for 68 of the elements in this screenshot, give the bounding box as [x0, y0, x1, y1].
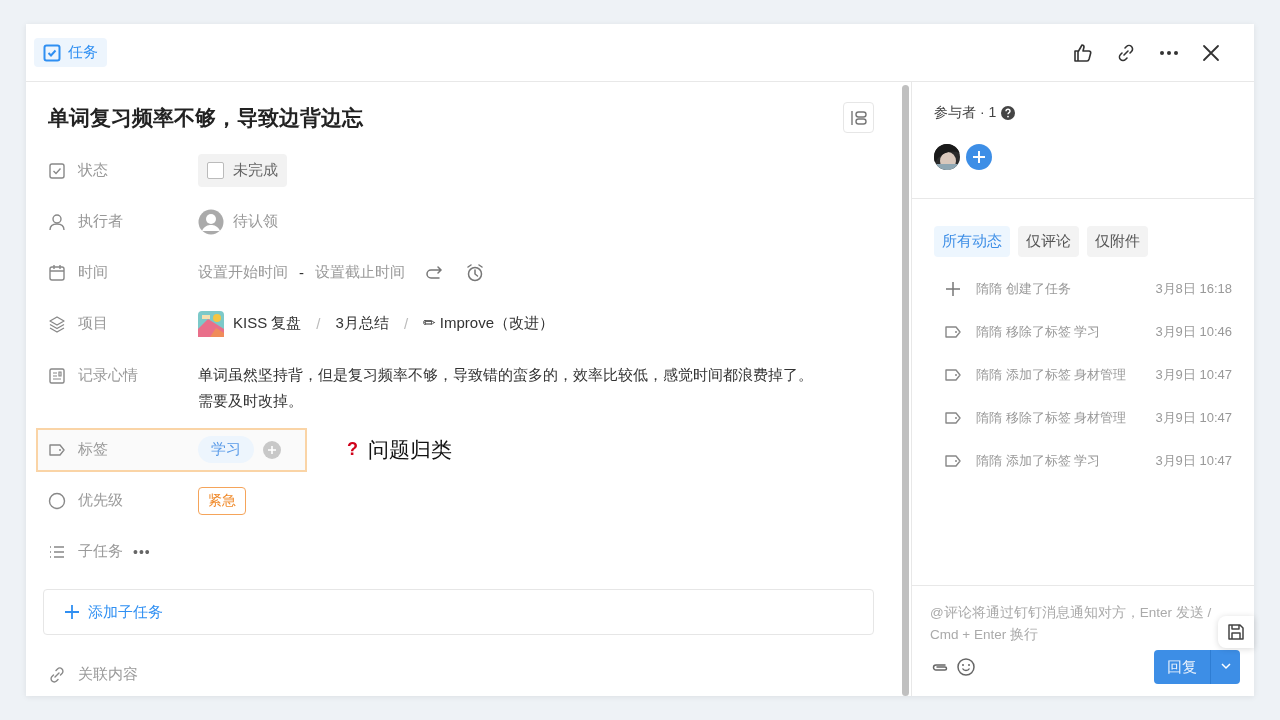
- activity-text: 隋隋 创建了任务: [976, 279, 1072, 298]
- activity-text: 隋隋 添加了标签 身材管理: [976, 365, 1128, 384]
- circle-icon: [48, 491, 66, 510]
- save-button[interactable]: [1218, 616, 1254, 648]
- assignee-value[interactable]: 待认领: [233, 212, 278, 231]
- checkbox-icon: [48, 161, 66, 180]
- alarm-icon[interactable]: [465, 262, 485, 283]
- field-label: 优先级: [78, 491, 123, 510]
- field-label: 执行者: [78, 212, 123, 231]
- checkbox[interactable]: [207, 162, 224, 179]
- help-icon[interactable]: [1001, 106, 1016, 120]
- scrollbar[interactable]: [902, 85, 909, 696]
- layers-icon: [48, 314, 66, 333]
- end-time-field[interactable]: 设置截止时间: [315, 263, 405, 282]
- activity-time: 3月9日 10:46: [1155, 322, 1232, 341]
- field-label: 记录心情: [78, 366, 138, 385]
- activity-time: 3月8日 16:18: [1155, 279, 1232, 298]
- path-separator: /: [316, 315, 321, 332]
- save-icon: [1227, 623, 1245, 641]
- task-title: 单词复习频率不够，导致边背边忘: [48, 104, 363, 131]
- path-separator: /: [403, 315, 409, 332]
- thumbs-up-icon[interactable]: [1073, 42, 1093, 63]
- start-time-field[interactable]: 设置开始时间: [198, 263, 288, 282]
- note-icon: [48, 366, 66, 385]
- project-path-item[interactable]: 3月总结: [335, 314, 389, 333]
- emoji-icon[interactable]: [956, 657, 976, 677]
- person-icon: [48, 212, 66, 231]
- project-path-item[interactable]: KISS 复盘: [233, 314, 302, 333]
- link-icon: [48, 665, 66, 684]
- activity-text: 隋隋 移除了标签 身材管理: [976, 408, 1128, 427]
- more-button[interactable]: •••: [133, 543, 151, 560]
- activity-time: 3月9日 10:47: [1155, 365, 1232, 384]
- checkbox-icon: [43, 43, 61, 62]
- activity-filter-tab[interactable]: 仅评论: [1018, 226, 1079, 257]
- field-label: 标签: [78, 440, 108, 459]
- range-separator: -: [299, 264, 304, 281]
- annotation-text: 问题归类: [368, 436, 452, 463]
- participants-title: 参与者 · 1: [934, 104, 997, 122]
- question-mark: ?: [347, 439, 358, 460]
- add-participant-icon[interactable]: [966, 144, 992, 170]
- activity-text: 隋隋 移除了标签 学习: [976, 322, 1102, 341]
- field-label: 关联内容: [78, 665, 138, 684]
- add-subtask-button[interactable]: 添加子任务: [43, 589, 874, 635]
- avatar-placeholder-icon: [198, 208, 224, 235]
- plus-icon: [944, 279, 962, 298]
- note-text: 单词虽然坚持背，但是复习频率不够，导致错的蛮多的，效率比较低，感觉时间都浪费掉了。需要及时改掉。: [198, 365, 814, 411]
- close-icon[interactable]: [1202, 43, 1220, 62]
- activity-text: 隋隋 添加了标签 学习: [976, 451, 1102, 470]
- field-label: 子任务: [78, 542, 123, 561]
- status-button[interactable]: 未完成: [198, 154, 287, 187]
- reply-button[interactable]: 回复: [1154, 650, 1210, 684]
- priority-badge[interactable]: 紧急: [198, 486, 246, 515]
- activity-time: 3月9日 10:47: [1155, 451, 1232, 470]
- plus-icon: [64, 604, 80, 620]
- activity-filter-tab[interactable]: 仅附件: [1087, 226, 1148, 257]
- tag-chip[interactable]: 学习: [198, 436, 254, 463]
- layout-toggle-button[interactable]: [843, 102, 874, 133]
- link-icon[interactable]: [1116, 42, 1136, 63]
- layout-icon: [849, 108, 868, 127]
- project-path-item[interactable]: ✏ Improve（改进）: [423, 314, 554, 333]
- reply-options-button[interactable]: [1210, 650, 1240, 684]
- calendar-icon: [48, 263, 66, 282]
- badge-label: 任务: [68, 43, 98, 62]
- activity-filter-tab[interactable]: 所有动态: [934, 226, 1010, 257]
- activity-time: 3月9日 10:47: [1155, 408, 1232, 427]
- field-label: 时间: [78, 263, 108, 282]
- field-label: 项目: [78, 314, 108, 333]
- field-label: 状态: [78, 161, 108, 180]
